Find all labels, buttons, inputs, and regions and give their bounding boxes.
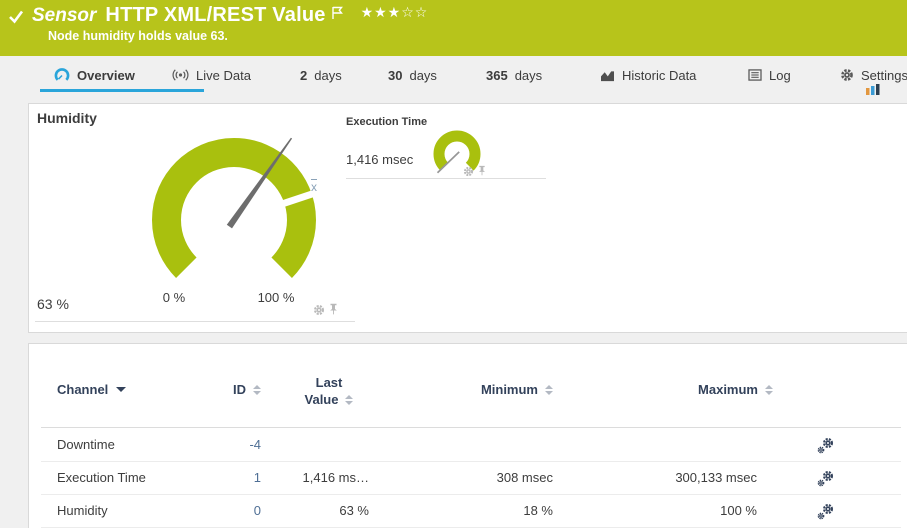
humidity-current-value: 63 % <box>37 296 69 312</box>
sort-icon <box>545 385 553 395</box>
gauge-settings-gear-icon[interactable] <box>463 166 474 177</box>
channel-id: 1 <box>189 461 261 494</box>
area-chart-icon <box>600 69 615 82</box>
execution-card-divider <box>346 178 546 179</box>
humidity-card-divider <box>35 321 355 322</box>
flag-icon <box>331 6 343 20</box>
channel-settings-gears-icon[interactable] <box>817 470 834 487</box>
column-header-maximum[interactable]: Maximum <box>589 382 773 397</box>
gauge-pin-icon[interactable] <box>329 303 338 315</box>
tab-30-days[interactable]: 30 days <box>388 56 437 94</box>
maximum-value <box>589 428 757 461</box>
execution-time-gauge-title: Execution Time <box>346 116 427 128</box>
execution-time-current-value: 1,416 msec <box>346 152 413 167</box>
object-kind-label: Sensor <box>32 5 96 27</box>
channel-name[interactable]: Execution Time <box>57 461 146 494</box>
sensor-title: HTTP XML/REST Value <box>105 4 325 27</box>
overview-gauges-panel: Humidity x 0 % 100 % 63 % Execution Time… <box>28 103 907 333</box>
execution-time-gauge[interactable] <box>426 123 496 193</box>
last-value <box>269 428 369 461</box>
maximum-value: 300,133 msec <box>589 461 757 494</box>
mini-chart-icon[interactable] <box>866 84 881 95</box>
priority-stars[interactable]: ★★★☆☆ <box>361 5 429 21</box>
column-header-last-value[interactable]: Last Value <box>284 374 374 408</box>
channel-settings-gears-icon[interactable] <box>817 503 834 520</box>
active-tab-indicator <box>40 89 204 92</box>
sort-icon <box>345 395 353 405</box>
average-marker-label: x <box>311 180 317 194</box>
tab-365-days[interactable]: 365 days <box>486 56 542 94</box>
minimum-value: 18 % <box>409 494 553 527</box>
log-list-icon <box>748 69 762 81</box>
tab-bar: Overview Live Data 2 days 30 days 365 da… <box>0 56 907 97</box>
humidity-gauge-title: Humidity <box>37 110 97 126</box>
minimum-value: 308 msec <box>409 461 553 494</box>
channel-id: -4 <box>189 428 261 461</box>
last-value: 63 % <box>269 494 369 527</box>
status-ok-check-icon <box>8 9 24 24</box>
sort-desc-icon <box>116 387 126 392</box>
sensor-status-message: Node humidity holds value 63. <box>48 29 228 43</box>
column-header-minimum[interactable]: Minimum <box>369 382 553 397</box>
tab-log[interactable]: Log <box>748 56 791 94</box>
gauge-min-label: 0 % <box>152 290 196 305</box>
maximum-value: 100 % <box>589 494 757 527</box>
sensor-status-banner: Sensor HTTP XML/REST Value ★★★☆☆ Node hu… <box>0 0 907 56</box>
gauge-max-label: 100 % <box>254 290 298 305</box>
minimum-value <box>409 428 553 461</box>
channel-settings-gears-icon[interactable] <box>817 437 834 454</box>
tab-historic-data[interactable]: Historic Data <box>600 56 696 94</box>
gear-icon <box>840 68 854 82</box>
sort-icon <box>765 385 773 395</box>
prtg-sensor-page: Sensor HTTP XML/REST Value ★★★☆☆ Node hu… <box>0 0 907 528</box>
column-header-id[interactable]: ID <box>149 382 261 397</box>
gauge-pin-icon[interactable] <box>478 165 486 176</box>
gauge-settings-gear-icon[interactable] <box>313 304 325 316</box>
channels-table-panel: Channel ID Last Value Minimum Maximum Do… <box>28 343 907 528</box>
broadcast-icon <box>172 67 189 83</box>
gauge-icon <box>54 68 70 83</box>
channel-name[interactable]: Downtime <box>57 428 115 461</box>
tab-2-days[interactable]: 2 days <box>300 56 342 94</box>
sort-icon <box>253 385 261 395</box>
channel-name[interactable]: Humidity <box>57 494 108 527</box>
last-value: 1,416 ms… <box>269 461 369 494</box>
channel-id: 0 <box>189 494 261 527</box>
